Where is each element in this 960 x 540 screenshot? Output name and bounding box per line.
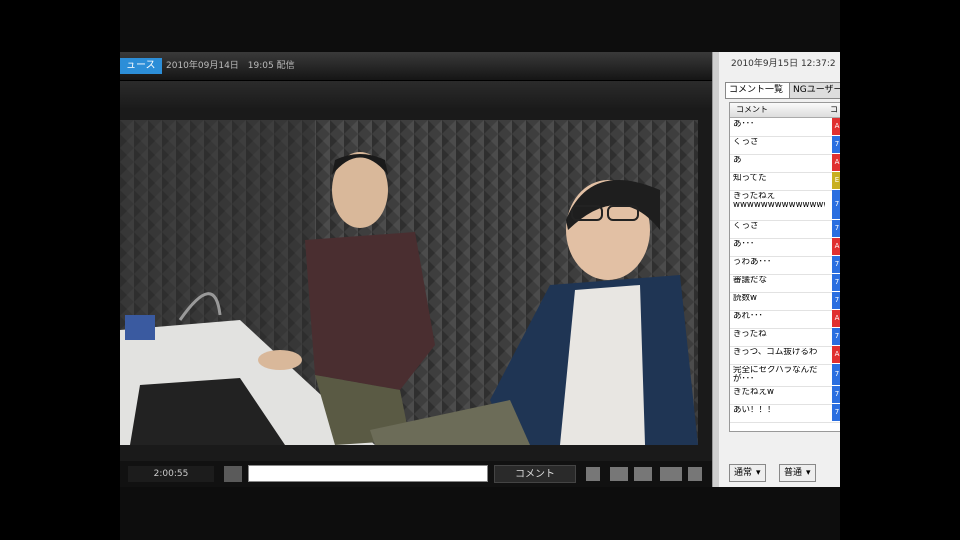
comment-badge: 7 — [832, 274, 840, 291]
comment-badge: 7 — [832, 364, 840, 385]
comment-badge: 7 — [832, 404, 840, 421]
comment-panel: 2010年9月15日 12:37:2 コメント一覧 NGユーザー コメント コ … — [712, 52, 840, 487]
chevron-down-icon: ▾ — [806, 468, 811, 478]
comment-badge: A — [832, 154, 840, 171]
header-no[interactable]: コ — [830, 103, 838, 117]
size-select[interactable]: 普通 ▾ — [779, 464, 816, 482]
comment-text: くっさ — [733, 222, 759, 231]
comment-text: きったねえwwwwwwwwwwwwwwwwwwwww — [733, 192, 825, 210]
hd-icon[interactable] — [634, 467, 652, 481]
mode-select-value: 通常 — [734, 468, 753, 478]
video-frame[interactable] — [120, 120, 698, 445]
comment-row[interactable]: あれ･･･ A — [730, 310, 840, 329]
tab-comment-list[interactable]: コメント一覧 — [725, 82, 791, 99]
comment-list: コメント コ あ･･･ A くっさ 7 あ A 知ってた E きったねえwwwwwwwwwwww… — [729, 102, 840, 432]
comment-badge: 7 — [832, 256, 840, 273]
player-controls: 2:00:55 コメント — [120, 461, 714, 487]
comment-row[interactable]: あ･･･ A — [730, 238, 840, 257]
chevron-down-icon: ▾ — [756, 468, 761, 478]
comment-text: 読数w — [733, 294, 757, 303]
comment-text: 審議だな — [733, 276, 768, 285]
comment-row[interactable]: 読数w 7 — [730, 292, 840, 311]
panel-date: 2010年9月15日 12:37:2 — [731, 59, 836, 69]
keyboard-icon[interactable] — [224, 466, 242, 482]
comment-row[interactable]: くっさ 7 — [730, 136, 840, 155]
panel-scrollbar[interactable] — [713, 52, 719, 487]
mode-select[interactable]: 通常 ▾ — [729, 464, 766, 482]
comment-text: あれ･･･ — [733, 312, 763, 321]
screen-frame: ュース 2010年09月14日 19:05 配信 2:00:55 コメント 20… — [120, 0, 840, 540]
broadcast-date: 2010年09月14日 19:05 配信 — [166, 61, 295, 71]
settings-icon[interactable] — [660, 467, 682, 481]
comment-submit-button[interactable]: コメント — [494, 465, 576, 483]
comment-badge: 7 — [832, 386, 840, 403]
comment-row[interactable]: 完全にセクハラなんだが･･･ 7 — [730, 364, 840, 387]
comment-badge: 7 — [832, 190, 840, 219]
comment-row[interactable]: うわあ･･･ 7 — [730, 256, 840, 275]
video-player: ュース 2010年09月14日 19:05 配信 2:00:55 コメント — [120, 52, 714, 487]
comment-row[interactable]: あA — [730, 154, 840, 173]
comment-badge: E — [832, 172, 840, 189]
comment-row[interactable]: きったね 7 — [730, 328, 840, 347]
comment-row[interactable]: きっつ、ゴム抜けるわ A — [730, 346, 840, 365]
comment-row[interactable]: きたねえw 7 — [730, 386, 840, 405]
mute-icon[interactable] — [610, 467, 628, 481]
comment-row[interactable]: 審議だな 7 — [730, 274, 840, 293]
playback-time: 2:00:55 — [128, 466, 214, 482]
comment-text: きったね — [733, 330, 767, 339]
comment-text: きっつ、ゴム抜けるわ — [733, 348, 818, 357]
player-toolbar — [120, 81, 714, 108]
comment-row[interactable]: あ･･･ A — [730, 118, 840, 137]
video-scene — [120, 120, 698, 445]
size-select-value: 普通 — [784, 468, 803, 478]
comment-badge: A — [832, 118, 840, 135]
tab-ng-users[interactable]: NGユーザー — [789, 82, 840, 99]
comment-text: あ･･･ — [733, 240, 755, 249]
comment-badge: 7 — [832, 292, 840, 309]
comment-row[interactable]: あい！！！ 7 — [730, 404, 840, 423]
comment-badge: A — [832, 238, 840, 255]
volume-icon[interactable] — [586, 467, 600, 481]
comment-input[interactable] — [248, 465, 488, 482]
comment-text: きたねえw — [733, 388, 774, 397]
category-tag[interactable]: ュース — [120, 58, 162, 74]
comment-badge: A — [832, 346, 840, 363]
comment-text: うわあ･･･ — [733, 258, 772, 267]
comment-text: あ — [733, 156, 742, 165]
comment-row[interactable]: 知ってた E — [730, 172, 840, 191]
comment-badge: A — [832, 310, 840, 327]
comment-text: 知ってた — [733, 174, 767, 183]
header-comment[interactable]: コメント — [736, 103, 768, 117]
comment-row[interactable]: くっさ 7 — [730, 220, 840, 239]
player-title-bar: ュース 2010年09月14日 19:05 配信 — [120, 52, 714, 81]
comment-text: くっさ — [733, 138, 759, 147]
comment-text: あ･･･ — [733, 120, 755, 129]
comment-text: 完全にセクハラなんだが･･･ — [733, 366, 818, 384]
comment-row[interactable]: きったねえwwwwwwwwwwwwwwwwwwwww 7 — [730, 190, 840, 221]
comment-list-header: コメント コ — [730, 103, 840, 118]
comment-badge: 7 — [832, 136, 840, 153]
comment-badge: 7 — [832, 328, 840, 345]
repeat-icon[interactable] — [688, 467, 702, 481]
comment-badge: 7 — [832, 220, 840, 237]
comment-text: あい！！！ — [733, 406, 776, 415]
